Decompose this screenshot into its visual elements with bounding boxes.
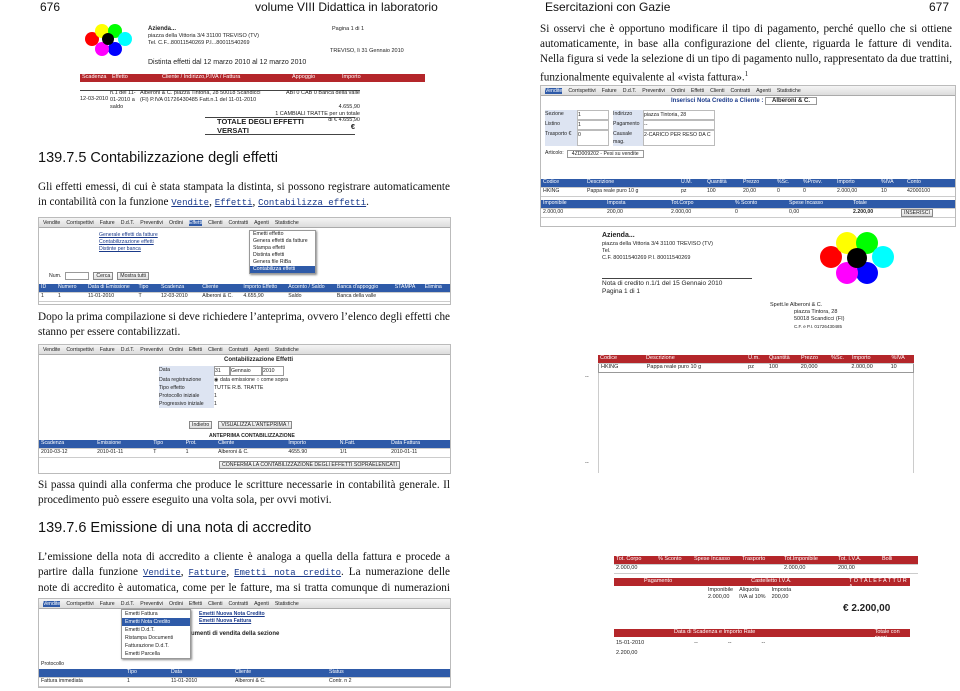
- distinta-row-bank: ABI 0 CAB 0 Banca della valle: [286, 90, 360, 96]
- section-title-nota-accredito: 139.7.6 Emissione di una nota di accredi…: [38, 520, 312, 536]
- nota-totals-row: 2.000,00 2.000,00 200,00: [614, 565, 918, 574]
- shot2-preview-title: ANTEPRIMA CONTABILIZZAZIONE: [209, 433, 295, 439]
- shot2-title: Contabilizzazione Effetti: [224, 357, 293, 363]
- nota-client-name: Alberoni & C.: [789, 302, 823, 308]
- ncform-title: Inserisci Nota Credito a Cliente :: [671, 98, 764, 104]
- shot2-confirm-button[interactable]: CONFERMA LA CONTABILIZZAZIONE DEGLI EFFE…: [219, 461, 401, 469]
- code-vendite-2: Vendite: [142, 568, 181, 578]
- right-paragraph: Si osservi che è opportuno modificare il…: [540, 23, 952, 84]
- distinta-company: Azienda...: [148, 26, 177, 32]
- paragraph-effetti: Gli effetti emessi, di cui è stata stamp…: [38, 181, 450, 208]
- shot2-preview-button[interactable]: VISUALIZZA L'ANTEPRIMA !: [218, 421, 292, 429]
- shot3-dropdown: Emetti Fattura Emetti Nota Credito Emett…: [121, 609, 191, 659]
- distinta-row-amount: 4.655,90: [338, 104, 360, 110]
- nota-payment-label: Pagamento: [644, 578, 673, 584]
- nota-page: Pagina 1 di 1: [602, 288, 640, 295]
- shot2-table-header: Scadenza Emissione Tipo Prot. Cliente Importo…: [39, 440, 450, 449]
- distinta-tel: Tel. C.F...80011540269 P.I...80011540269: [148, 40, 250, 46]
- left-page-number: 676: [40, 0, 61, 14]
- nota-totals-header: Tot. Corpo% Sconto Spese Incasso Trasporto…: [614, 556, 918, 565]
- distinta-city-date: TREVISO, lì 31 Gennaio 2010: [330, 48, 404, 54]
- ncform-insert-button[interactable]: INSERISCI: [901, 209, 933, 217]
- shot2-back-button[interactable]: Indietro: [189, 421, 213, 429]
- distinta-row-client: Alberoni & C. piazza Tintoria, 28 50018 …: [140, 90, 261, 103]
- distinta-row-date: 12-03-2010: [80, 96, 109, 102]
- nota-items-table: Codice Descrizione U.m. Quantità Prezzo %Sc. I…: [598, 355, 914, 473]
- distinta-effetti-document: Azienda... piazza della Vittoria 3/4 311…: [80, 20, 450, 135]
- paragraph-anteprima: Dopo la prima compilazione si deve richi…: [38, 311, 451, 338]
- nota-tel: Tel.: [602, 248, 611, 254]
- ncform-client[interactable]: Alberoni & C.: [765, 97, 818, 105]
- nota-castelletto-label: Castelletto I.V.A.: [751, 578, 792, 584]
- shot3-menubar: Vendite Corrispettivi Fature D.d.T. Preventi…: [39, 599, 450, 609]
- nota-client-addr1: piazza Tintora, 28: [794, 309, 838, 315]
- distinta-column-bar: Scadenza Effetto Cliente / Indirizzo,P.I…: [80, 74, 425, 82]
- left-running-title: volume VIII Didattica in laboratorio: [255, 0, 438, 14]
- nota-table-row: HKING Pappa reale puro 10 g pz 100 20,000 2.0…: [598, 364, 914, 373]
- nota-cf: C.F. 80011540269 P.I. 80011540269: [602, 255, 691, 261]
- shot3-header-nota: Emetti Nuova Nota Credito: [199, 611, 265, 617]
- nota-credito-document-top: Azienda... piazza della Vittoria 3/4 311…: [598, 228, 918, 340]
- shot3-list-title: umenti di vendita della sezione: [191, 631, 280, 637]
- distinta-title: Distinta effetti dal 12 marzo 2010 al 12…: [148, 59, 307, 66]
- ncform-article-value[interactable]: 4ZD009202 - Pesi su vendite: [566, 150, 644, 158]
- code-contabilizza-effetti: Contabilizza effetti: [258, 198, 367, 208]
- nota-title: Nota di credito n.1/1 del 15 Gennaio 201…: [602, 280, 723, 287]
- nota-color-circles-logo: [820, 232, 894, 300]
- nota-notes-label: Totale con ripori: [874, 629, 900, 641]
- ncform-totals-header: Imponibile Imposta Tot.Corpo% Sconto Spese …: [541, 200, 955, 209]
- ncform-row[interactable]: HKING Pappa reale puro 10 g pz 100 20,00 0 0 2.…: [541, 188, 955, 197]
- ncform-menubar: Vendite Corrispettivi Fature D.d.T. Preventi…: [541, 86, 955, 96]
- code-vendite: Vendite: [171, 198, 210, 208]
- screenshot-contabilizzazione: Vendite Corrispettivi Fature D.d.T. Preventi…: [38, 344, 451, 474]
- section-title-contabilizzazione: 139.7.5 Contabilizzazione degli effetti: [38, 150, 278, 166]
- shot3-header-fattura: Emetti Nuova Fattura: [199, 618, 252, 624]
- right-running-title: Esercitazioni con Gazie: [545, 0, 671, 14]
- nota-address: piazza della Vittoria 3/4 31100 TREVISO …: [602, 241, 713, 247]
- nota-dash-2: --: [585, 460, 589, 466]
- code-fatture: Fatture: [188, 568, 227, 578]
- ncform-article-label: Articolo:: [545, 150, 564, 156]
- shot1-submenu: Generale effetti da fatture Contabilizza…: [99, 232, 158, 252]
- distinta-total-label: TOTALE DEGLI EFFETTI VERSATI: [217, 117, 304, 135]
- ncform-row-header: Codice Descrizione U.M. Quantità Prezzo %Sc.%…: [541, 179, 955, 188]
- nota-due-amount: 2.200,00: [616, 650, 638, 656]
- shot1-table-row[interactable]: 1 1 11-01-2010 T 12-03-2010 Alberoni & C. 4.65…: [39, 293, 450, 302]
- distinta-total-currency: €: [350, 121, 355, 131]
- shot1-menubar: Vendite Corrispettivi Fature D.d.T. Preventi…: [39, 218, 450, 228]
- nota-totale-fattura-label: T O T A L E F A T T U R A: [848, 578, 907, 590]
- nota-table-header: Codice Descrizione U.m. Quantità Prezzo %Sc. I…: [598, 355, 914, 364]
- color-circles-logo: [85, 24, 133, 68]
- nota-credito-document-bottom: Tot. Corpo% Sconto Spese Incasso Trasporto…: [598, 556, 918, 664]
- paragraph-conferma: Si passa quindi alla conferma che produc…: [38, 479, 450, 506]
- shot1-show-all-button[interactable]: Mostra tutti: [117, 272, 149, 280]
- shot1-table-header: ID Numero Data di Emissione Tipo Scadenza Cli…: [39, 284, 450, 293]
- code-effetti: Effetti: [214, 198, 253, 208]
- screenshot-effetti-menu: Vendite Corrispettivi Fature D.d.T. Preventi…: [38, 217, 451, 305]
- nota-spett: Spett.le: [770, 302, 789, 308]
- screenshot-emetti-nota-credito: Vendite Corrispettivi Fature D.d.T. Preventi…: [38, 598, 451, 688]
- shot2-table-row: 2010-03-12 2010-01-11 T 1 Alberoni & C. 4655.…: [39, 449, 450, 458]
- nota-client-vat: C.F. e P.I. 01726430485: [794, 324, 842, 329]
- nota-grand-total: € 2.200,00: [843, 603, 891, 614]
- distinta-address: piazza della Vittoria 3/4 31100 TREVISO …: [148, 33, 259, 39]
- ncform-totals-row: 2.000,00 200,00 2.000,00 0 0,00 2.200,00: [541, 209, 955, 218]
- distinta-page: Pagina 1 di 1: [332, 26, 365, 32]
- shot2-menubar: Vendite Corrispettivi Fature D.d.T. Preventi…: [39, 345, 450, 355]
- distinta-row-effect: n.1 del 11-01-2010 a saldo: [110, 90, 136, 110]
- right-page-number: 677: [929, 0, 950, 14]
- shot3-table-header: Tipo Data Cliente Status: [39, 669, 450, 678]
- code-emetti-nota-credito: Emetti nota credito: [234, 568, 342, 578]
- nota-due-label: Data di Scadenza e Importo Rate: [674, 629, 756, 635]
- nota-company: Azienda...: [602, 232, 635, 239]
- nota-due-date: 15-01-2010: [616, 640, 645, 646]
- nota-dash-1: --: [585, 374, 589, 380]
- shot3-protocollo: Protocollo: [41, 661, 65, 667]
- nota-client-addr2: 50018 Scandicci (FI): [794, 316, 845, 322]
- shot3-table-row[interactable]: Fattura immediata 1 11-01-2010 Alberoni & C…: [39, 678, 450, 687]
- shot1-num-label: Num.: [49, 273, 62, 279]
- shot1-dropdown: Emetti effetto Genera effetti da fatture…: [249, 230, 316, 274]
- shot1-search-button[interactable]: Cerca: [93, 272, 114, 280]
- screenshot-inserisci-nota-credito: Vendite Corrispettivi Fature D.d.T. Preventi…: [540, 85, 956, 227]
